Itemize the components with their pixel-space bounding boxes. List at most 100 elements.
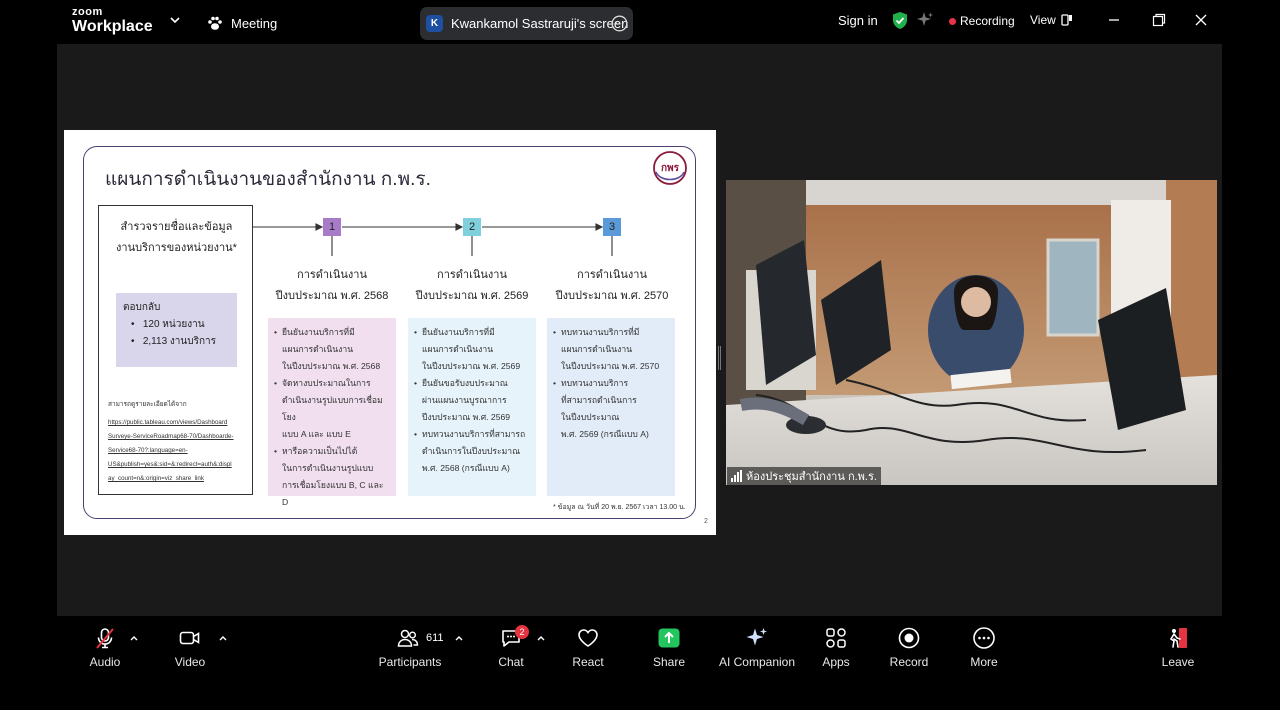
ai-companion-button[interactable]: AI Companion xyxy=(718,626,796,669)
record-label: Record xyxy=(889,655,929,669)
leave-door-icon xyxy=(1169,628,1187,648)
chat-unread-badge: 2 xyxy=(515,625,529,639)
detail-line: ทบทวนงานบริการ xyxy=(553,375,671,392)
detail-line: จัดหางบประมาณในการ xyxy=(274,375,392,392)
step-3-marker: 3 xyxy=(603,218,621,236)
step-caption-line: ปีงบประมาณ พ.ศ. 2568 xyxy=(275,290,389,302)
detail-line: ผ่านแผนงานบูรณาการ xyxy=(422,395,507,405)
step-caption-line: ปีงบประมาณ พ.ศ. 2569 xyxy=(415,290,529,302)
audio-button[interactable]: Audio xyxy=(86,626,124,669)
detail-line: ในปีงบประมาณ พ.ศ. 2568 xyxy=(282,361,381,371)
participant-video-tile[interactable] xyxy=(726,180,1217,485)
recording-indicator[interactable]: Recording xyxy=(949,14,1015,28)
apps-button[interactable]: Apps xyxy=(819,626,853,669)
brand-bottom: Workplace xyxy=(72,18,153,35)
shared-screen-indicator[interactable]: K Kwankamol Sastraruji's screen xyxy=(420,7,633,40)
step-1-details: ยืนยันงานบริการที่มี แผนการดำเนินงาน ในป… xyxy=(268,318,396,507)
audio-label: Audio xyxy=(89,655,121,669)
apps-grid-icon xyxy=(826,628,846,648)
participants-icon xyxy=(397,629,419,647)
detail-line: หารือความเป็นไปได้ xyxy=(274,443,392,460)
video-options-caret-icon[interactable] xyxy=(218,634,228,642)
step-3-details: ทบทวนงานบริการที่มี แผนการดำเนินงาน ในปี… xyxy=(547,318,675,496)
share-screen-icon xyxy=(658,628,680,648)
step-1-caption: การดำเนินงาน ปีงบประมาณ พ.ศ. 2568 xyxy=(264,265,400,307)
meeting-controls: Audio Video Participants 611 Chat 2 Reac… xyxy=(0,616,1280,710)
view-label: View xyxy=(1030,13,1056,27)
audio-options-caret-icon[interactable] xyxy=(129,634,139,642)
zoom-workplace-logo: zoom Workplace xyxy=(72,7,153,35)
slide-footnote: * ข้อมูล ณ วันที่ 20 พ.ย. 2567 เวลา 13.0… xyxy=(553,504,686,511)
chat-label: Chat xyxy=(498,655,524,669)
signal-bars-icon xyxy=(731,470,742,482)
step-2-caption: การดำเนินงาน ปีงบประมาณ พ.ศ. 2569 xyxy=(404,265,540,307)
detail-line: พ.ศ. 2569 (กรณีแบบ A) xyxy=(561,429,649,439)
microphone-muted-icon xyxy=(96,628,114,649)
sparkle-icon[interactable] xyxy=(916,11,934,29)
detail-line: แบบ A และ แบบ E xyxy=(282,429,351,439)
meeting-info-button[interactable]: Meeting xyxy=(206,12,277,34)
participant-name-tag: ห้องประชุมสำนักงาน ก.พ.ร. xyxy=(727,467,881,485)
detail-line: ทบทวนงานบริการที่สามารถ xyxy=(414,426,532,443)
detail-line: แผนการดำเนินงาน xyxy=(561,344,633,354)
close-icon[interactable] xyxy=(1193,12,1209,28)
detail-line: ปีงบประมาณ พ.ศ. 2569 xyxy=(422,412,511,422)
brand-top: zoom xyxy=(72,6,103,18)
slide-page-number: 2 xyxy=(704,518,708,525)
more-button[interactable]: More xyxy=(966,626,1002,669)
more-dots-icon xyxy=(973,627,995,649)
record-button[interactable]: Record xyxy=(888,626,930,669)
video-button[interactable]: Video xyxy=(172,626,208,669)
more-label: More xyxy=(970,655,998,669)
step-caption-line: การดำเนินงาน xyxy=(297,269,367,281)
detail-line: ในปีงบประมาณ พ.ศ. 2569 xyxy=(422,361,521,371)
detail-line: ยืนยันงานบริการที่มี xyxy=(414,324,532,341)
step-2-marker: 2 xyxy=(463,218,481,236)
step-caption-line: ปีงบประมาณ พ.ศ. 2570 xyxy=(555,290,669,302)
meeting-label: Meeting xyxy=(231,15,278,31)
react-button[interactable]: React xyxy=(571,626,605,669)
detail-line: พ.ศ. 2568 (กรณีแบบ A) xyxy=(422,463,510,473)
top-bar: zoom Workplace Meeting K Kwankamol Sastr… xyxy=(0,0,1280,44)
participants-count: 611 xyxy=(426,632,444,644)
restore-icon[interactable] xyxy=(1151,12,1167,28)
participants-label: Participants xyxy=(378,655,442,669)
detail-line: ยืนยันงานบริการที่มี xyxy=(274,324,392,341)
recording-label: Recording xyxy=(960,14,1015,28)
leave-button[interactable]: Leave xyxy=(1160,626,1196,669)
step-caption-line: การดำเนินงาน xyxy=(437,269,507,281)
step-3-caption: การดำเนินงาน ปีงบประมาณ พ.ศ. 2570 xyxy=(544,265,680,307)
sign-in-link[interactable]: Sign in xyxy=(838,13,878,28)
minimize-icon[interactable] xyxy=(1106,12,1122,28)
step-caption-line: การดำเนินงาน xyxy=(577,269,647,281)
paw-icon xyxy=(208,16,222,30)
chevron-down-icon[interactable] xyxy=(168,13,182,27)
video-label: Video xyxy=(174,655,206,669)
react-label: React xyxy=(572,655,604,669)
view-button[interactable]: View xyxy=(1030,13,1073,27)
detail-line: ในปีงบประมาณ xyxy=(561,412,620,422)
shared-slide: แผนการดำเนินงานของสำนักงาน ก.พ.ร. กพร สำ… xyxy=(64,130,716,535)
shield-check-icon[interactable] xyxy=(891,11,909,30)
meeting-room-video xyxy=(726,180,1217,485)
more-options-icon[interactable] xyxy=(611,15,628,32)
detail-line: ในปีงบประมาณ พ.ศ. 2570 xyxy=(561,361,660,371)
detail-line: ในการดำเนินงานรูปแบบ xyxy=(282,463,374,473)
detail-line: ที่สามารถดำเนินการ xyxy=(561,395,637,405)
detail-line: แผนการดำเนินงาน xyxy=(422,344,494,354)
detail-line: แผนการดำเนินงาน xyxy=(282,344,354,354)
video-camera-icon xyxy=(179,631,200,645)
participants-options-caret-icon[interactable] xyxy=(454,634,464,642)
ai-companion-label: AI Companion xyxy=(718,655,796,669)
detail-line: การเชื่อมโยงแบบ B, C และ D xyxy=(282,480,384,507)
participant-name: ห้องประชุมสำนักงาน ก.พ.ร. xyxy=(746,471,877,483)
detail-line: ดำเนินงานรูปแบบการเชื่อมโยง xyxy=(282,395,383,422)
detail-line: ดำเนินการในปีงบประมาณ xyxy=(422,446,521,456)
presenter-avatar: K xyxy=(426,15,443,32)
split-view-handle[interactable] xyxy=(718,346,721,370)
share-button[interactable]: Share xyxy=(652,626,686,669)
detail-line: ยืนยันขอรับงบประมาณ xyxy=(414,375,532,392)
chat-options-caret-icon[interactable] xyxy=(536,634,546,642)
recording-dot-icon xyxy=(949,17,956,25)
share-label: Share xyxy=(652,655,686,669)
